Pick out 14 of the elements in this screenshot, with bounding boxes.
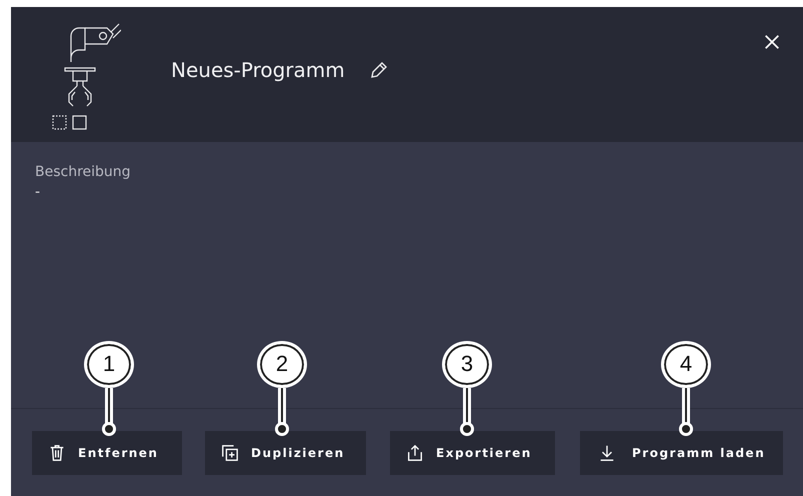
upload-icon	[406, 444, 424, 462]
close-icon[interactable]	[763, 33, 781, 51]
duplicate-icon	[221, 444, 239, 462]
download-icon	[598, 444, 616, 462]
action-button[interactable]: Entfernen	[32, 430, 182, 474]
edit-icon[interactable]	[368, 60, 389, 80]
program-title: Neues-Programm	[171, 58, 345, 82]
robot-arm-icon	[51, 22, 121, 132]
action-button[interactable]: Exportieren	[390, 430, 555, 474]
description-label: Beschreibung	[35, 164, 132, 180]
trash-icon	[48, 444, 66, 462]
description-value: -	[35, 184, 42, 200]
action-button[interactable]: Programm laden	[580, 430, 783, 474]
action-button[interactable]: Duplizieren	[205, 430, 366, 474]
